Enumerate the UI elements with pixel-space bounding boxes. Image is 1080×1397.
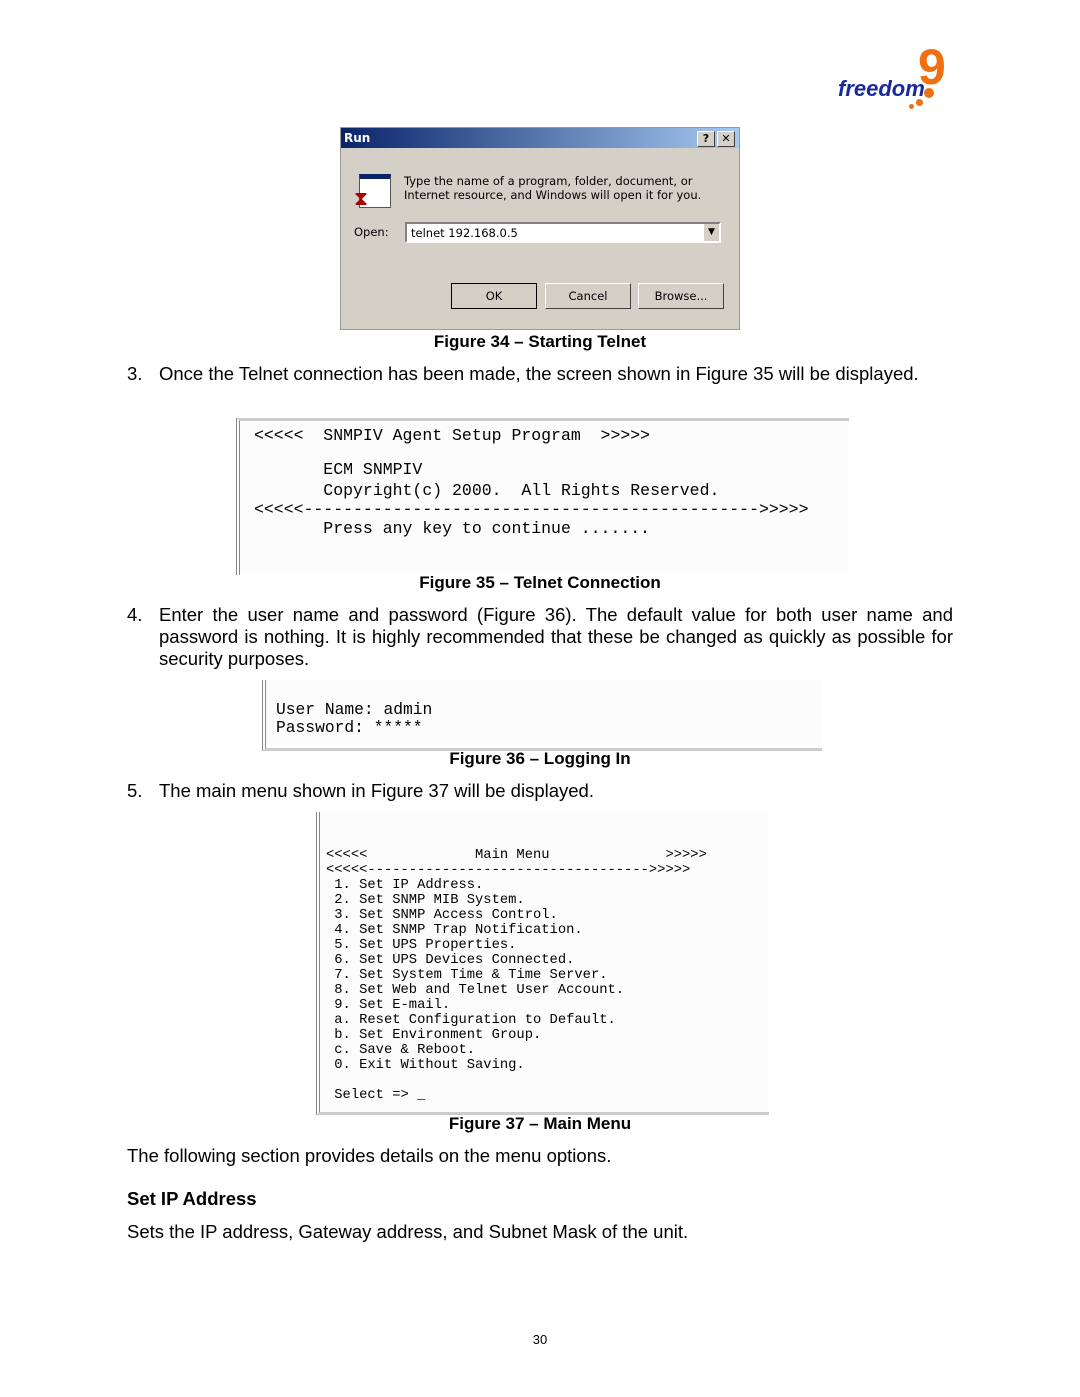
close-button[interactable]: ✕ bbox=[717, 131, 735, 147]
select-prompt: Select => _ bbox=[326, 1088, 426, 1103]
step-text: Enter the user name and password (Figure… bbox=[159, 604, 953, 669]
step-number: 5. bbox=[127, 780, 143, 801]
cancel-button[interactable]: Cancel bbox=[545, 283, 631, 309]
dropdown-arrow-icon[interactable]: ▼ bbox=[704, 224, 719, 241]
login-screen: User Name: admin Password: ***** bbox=[262, 680, 822, 751]
telnet-connection-screen: <<<<< SNMPIV Agent Setup Program >>>>> E… bbox=[236, 418, 849, 575]
intro-paragraph: The following section provides details o… bbox=[127, 1145, 612, 1166]
step-3: 3. Once the Telnet connection has been m… bbox=[127, 363, 953, 385]
figure-caption: Figure 34 – Starting Telnet bbox=[433, 332, 647, 351]
menu-item: 5. Set UPS Properties. bbox=[326, 938, 517, 953]
menu-header: <<<<< Main Menu >>>>> bbox=[326, 848, 707, 863]
terminal-line: <<<<< SNMPIV Agent Setup Program >>>>> bbox=[254, 426, 651, 445]
logo-wordmark: freedom bbox=[838, 76, 925, 101]
run-dialog: Run ? ✕ ⧗ Type the name of a program, fo… bbox=[340, 127, 740, 330]
terminal-line: Copyright(c) 2000. All Rights Reserved. bbox=[254, 481, 720, 500]
terminal-line: <<<<<-----------------------------------… bbox=[254, 500, 809, 519]
menu-item: 8. Set Web and Telnet User Account. bbox=[326, 983, 625, 998]
step-4: 4. Enter the user name and password (Fig… bbox=[127, 604, 953, 670]
menu-item: 0. Exit Without Saving. bbox=[326, 1058, 525, 1073]
menu-item: 7. Set System Time & Time Server. bbox=[326, 968, 608, 983]
menu-item: 9. Set E-mail. bbox=[326, 998, 451, 1013]
logo-nine: 9 bbox=[918, 39, 946, 95]
main-menu-screen: <<<<< Main Menu >>>>> <<<<<-------------… bbox=[316, 812, 769, 1115]
section-heading: Set IP Address bbox=[127, 1188, 257, 1209]
dialog-description: Type the name of a program, folder, docu… bbox=[404, 174, 701, 202]
logo-dot bbox=[909, 104, 914, 109]
figure-caption: Figure 36 – Logging In bbox=[449, 749, 631, 768]
menu-item: c. Save & Reboot. bbox=[326, 1043, 476, 1058]
open-label: Open: bbox=[354, 225, 389, 239]
dialog-title: Run bbox=[344, 131, 371, 145]
ok-button[interactable]: OK bbox=[451, 283, 537, 309]
step-5: 5. The main menu shown in Figure 37 will… bbox=[127, 780, 953, 802]
menu-item: 6. Set UPS Devices Connected. bbox=[326, 953, 575, 968]
menu-item: a. Reset Configuration to Default. bbox=[326, 1013, 616, 1028]
step-number: 4. bbox=[127, 604, 143, 625]
document-page: freedom 9 Run ? ✕ ⧗ Type the name of a p… bbox=[0, 0, 1080, 1397]
browse-button[interactable]: Browse... bbox=[638, 283, 724, 309]
step-number: 3. bbox=[127, 363, 143, 384]
step-text: Once the Telnet connection has been made… bbox=[159, 363, 919, 384]
menu-item: 2. Set SNMP MIB System. bbox=[326, 893, 525, 908]
description-line: Internet resource, and Windows will open… bbox=[404, 188, 702, 202]
terminal-line: Press any key to continue ....... bbox=[254, 519, 651, 538]
dialog-title-bar: Run bbox=[341, 128, 739, 148]
help-button[interactable]: ? bbox=[697, 131, 715, 147]
hourglass-icon: ⧗ bbox=[354, 186, 369, 210]
freedom9-logo: freedom 9 bbox=[836, 39, 956, 112]
menu-item: 3. Set SNMP Access Control. bbox=[326, 908, 558, 923]
logo-dot bbox=[924, 88, 934, 98]
page-number: 30 bbox=[532, 1332, 548, 1347]
username-line: User Name: admin bbox=[276, 700, 433, 719]
section-text: Sets the IP address, Gateway address, an… bbox=[127, 1221, 689, 1242]
open-input[interactable]: telnet 192.168.0.5 bbox=[411, 226, 518, 240]
terminal-line: ECM SNMPIV bbox=[254, 460, 423, 479]
logo-dot bbox=[916, 99, 923, 106]
description-line: Type the name of a program, folder, docu… bbox=[404, 174, 693, 188]
open-combobox[interactable]: telnet 192.168.0.5 ▼ bbox=[405, 222, 721, 243]
figure-caption: Figure 37 – Main Menu bbox=[448, 1114, 632, 1133]
menu-item: b. Set Environment Group. bbox=[326, 1028, 542, 1043]
step-text: The main menu shown in Figure 37 will be… bbox=[159, 780, 594, 801]
password-line: Password: ***** bbox=[276, 718, 423, 737]
menu-item: 4. Set SNMP Trap Notification. bbox=[326, 923, 583, 938]
menu-divider: <<<<<---------------------------------->… bbox=[326, 863, 691, 878]
menu-item: 1. Set IP Address. bbox=[326, 878, 484, 893]
figure-caption: Figure 35 – Telnet Connection bbox=[419, 573, 661, 592]
